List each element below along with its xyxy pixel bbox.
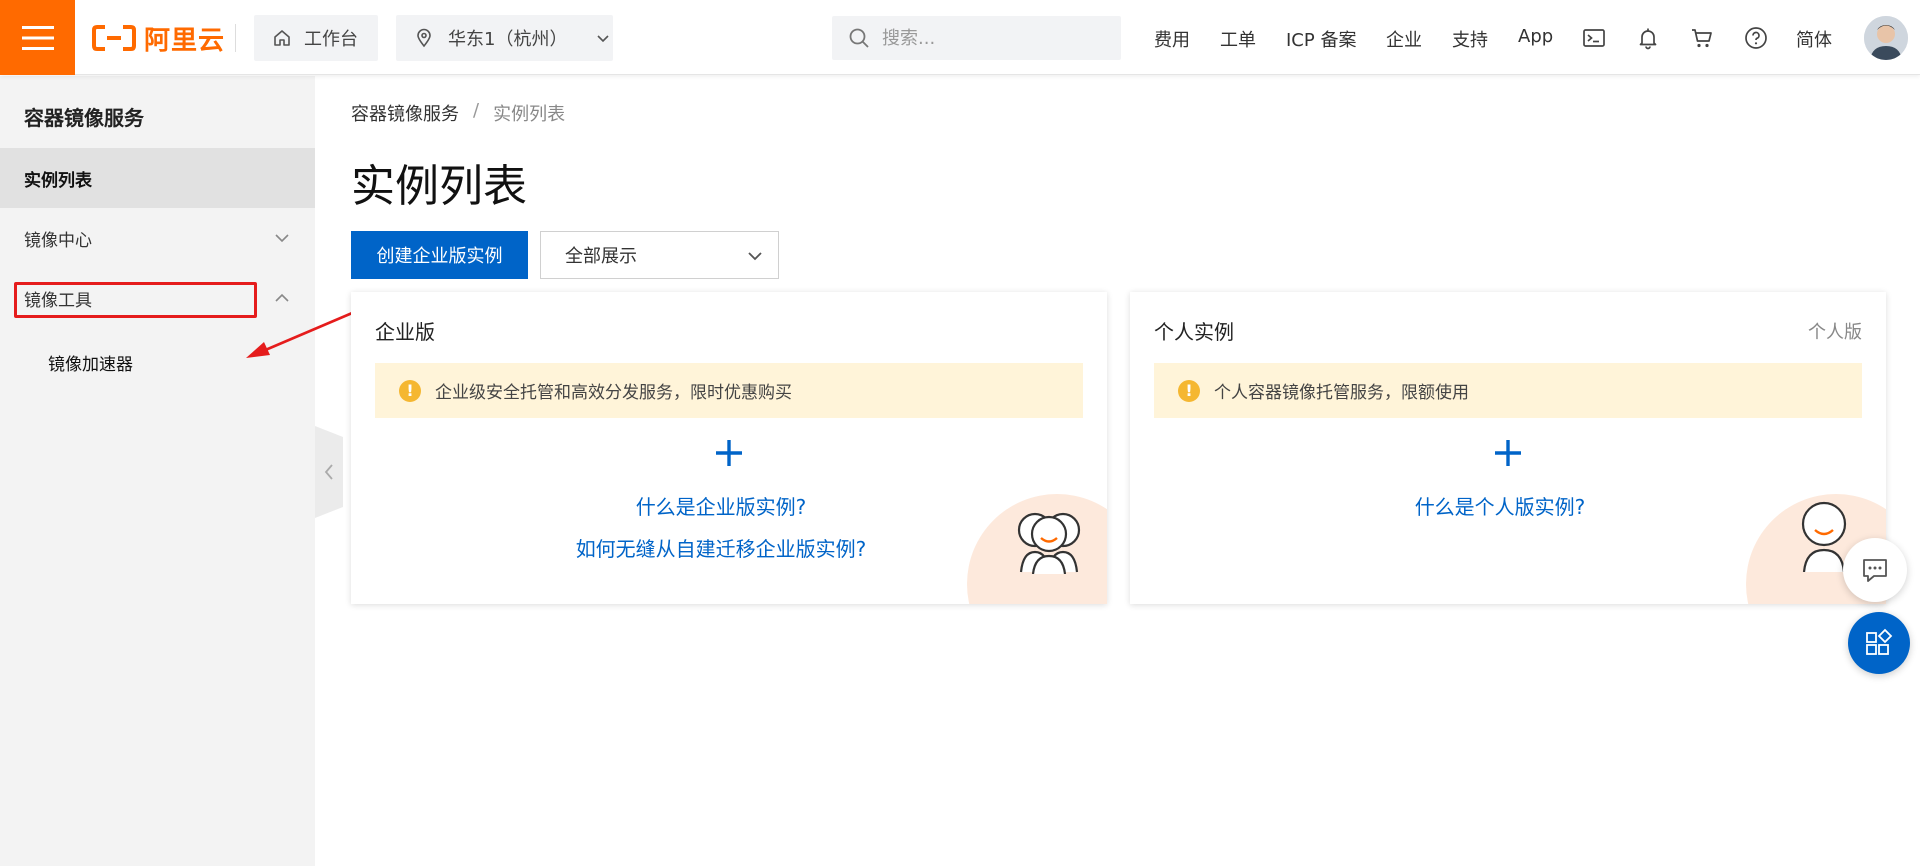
chevron-down-icon xyxy=(275,234,289,243)
what-is-enterprise-link[interactable]: 什么是企业版实例? xyxy=(351,491,1091,520)
warning-icon: ! xyxy=(399,379,421,402)
notice-text: 个人容器镜像托管服务，限额使用 xyxy=(1214,383,1469,403)
what-is-personal-link[interactable]: 什么是个人版实例? xyxy=(1130,491,1870,520)
region-selector[interactable]: 华东1（杭州） xyxy=(396,15,613,61)
sidebar-item-instance-list[interactable]: 实例列表 xyxy=(0,148,315,208)
shopping-cart-icon[interactable] xyxy=(1690,26,1714,50)
nav-icp-link[interactable]: ICP 备案 xyxy=(1286,26,1356,52)
global-search[interactable] xyxy=(832,16,1121,60)
aliyun-logo-mark-icon xyxy=(92,25,136,51)
page-title: 实例列表 xyxy=(351,161,527,212)
search-input[interactable] xyxy=(882,27,1102,49)
nav-fees-link[interactable]: 费用 xyxy=(1154,26,1190,52)
chat-support-button[interactable] xyxy=(1843,538,1907,602)
enterprise-card: 企业版 ! 企业级安全托管和高效分发服务，限时优惠购买 什么是企业版实例? 如何… xyxy=(351,292,1107,604)
bell-icon[interactable] xyxy=(1636,26,1660,50)
sidebar-collapse-toggle[interactable] xyxy=(315,426,343,518)
personal-card: 个人实例 个人版 ! 个人容器镜像托管服务，限额使用 什么是个人版实例? xyxy=(1130,292,1886,604)
sidebar-item-image-center[interactable]: 镜像中心 xyxy=(0,208,315,268)
search-icon xyxy=(849,28,869,48)
home-icon xyxy=(274,30,290,46)
apps-grid-icon xyxy=(1866,628,1893,655)
add-enterprise-instance-icon[interactable] xyxy=(714,438,744,468)
card-title: 企业版 xyxy=(375,320,435,344)
terminal-icon[interactable] xyxy=(1582,26,1606,50)
menu-icon xyxy=(21,25,54,50)
edition-tag: 个人版 xyxy=(1808,322,1862,343)
sidebar-item-label: 镜像中心 xyxy=(24,230,92,251)
workbench-button[interactable]: 工作台 xyxy=(254,15,378,61)
workbench-label: 工作台 xyxy=(304,29,358,50)
user-avatar[interactable] xyxy=(1864,16,1908,60)
notice-text: 企业级安全托管和高效分发服务，限时优惠购买 xyxy=(435,383,792,403)
top-bar: 阿里云 工作台 华东1（杭州） 费用 工单 ICP 备案 企业 支持 App xyxy=(0,0,1920,75)
breadcrumb-separator: / xyxy=(473,100,480,121)
location-pin-icon xyxy=(417,28,431,48)
nav-support-link[interactable]: 支持 xyxy=(1452,26,1488,52)
nav-enterprise-link[interactable]: 企业 xyxy=(1386,26,1422,52)
logo-divider xyxy=(235,24,236,52)
filter-select[interactable]: 全部展示 xyxy=(540,231,779,279)
help-icon[interactable] xyxy=(1744,26,1768,50)
enterprise-notice: ! 企业级安全托管和高效分发服务，限时优惠购买 xyxy=(375,363,1083,418)
sidebar-item-label: 实例列表 xyxy=(24,170,92,191)
filter-select-value: 全部展示 xyxy=(565,246,637,267)
add-personal-instance-icon[interactable] xyxy=(1493,438,1523,468)
aliyun-logo[interactable]: 阿里云 xyxy=(92,20,225,56)
chat-bubble-icon xyxy=(1863,559,1887,582)
annotation-highlight-box xyxy=(14,282,257,318)
chevron-down-icon xyxy=(748,252,762,261)
quick-apps-button[interactable] xyxy=(1848,612,1910,674)
migrate-enterprise-link[interactable]: 如何无缝从自建迁移企业版实例? xyxy=(351,533,1091,562)
chevron-down-icon xyxy=(597,35,610,43)
team-illustration-icon xyxy=(1017,512,1081,574)
region-label: 华东1（杭州） xyxy=(448,29,568,50)
sidebar: 容器镜像服务 实例列表 镜像中心 镜像工具 镜像加速器 xyxy=(0,76,315,866)
nav-app-link[interactable]: App xyxy=(1518,26,1553,47)
sidebar-subitem-image-accelerator[interactable]: 镜像加速器 xyxy=(48,350,133,375)
breadcrumb-current: 实例列表 xyxy=(493,104,566,125)
warning-icon: ! xyxy=(1178,379,1200,402)
card-title: 个人实例 xyxy=(1154,320,1234,344)
logo-text: 阿里云 xyxy=(144,25,226,56)
user-avatar-icon xyxy=(1864,16,1908,60)
personal-notice: ! 个人容器镜像托管服务，限额使用 xyxy=(1154,363,1862,418)
breadcrumb-root-link[interactable]: 容器镜像服务 xyxy=(351,100,459,126)
hamburger-menu-button[interactable] xyxy=(0,0,75,75)
nav-tickets-link[interactable]: 工单 xyxy=(1220,26,1256,52)
sidebar-title: 容器镜像服务 xyxy=(24,106,144,130)
chevron-left-icon xyxy=(324,464,333,480)
create-enterprise-instance-button[interactable]: 创建企业版实例 xyxy=(351,231,528,279)
language-switch[interactable]: 简体 xyxy=(1796,26,1832,52)
breadcrumb: 容器镜像服务 / 实例列表 xyxy=(351,100,565,126)
